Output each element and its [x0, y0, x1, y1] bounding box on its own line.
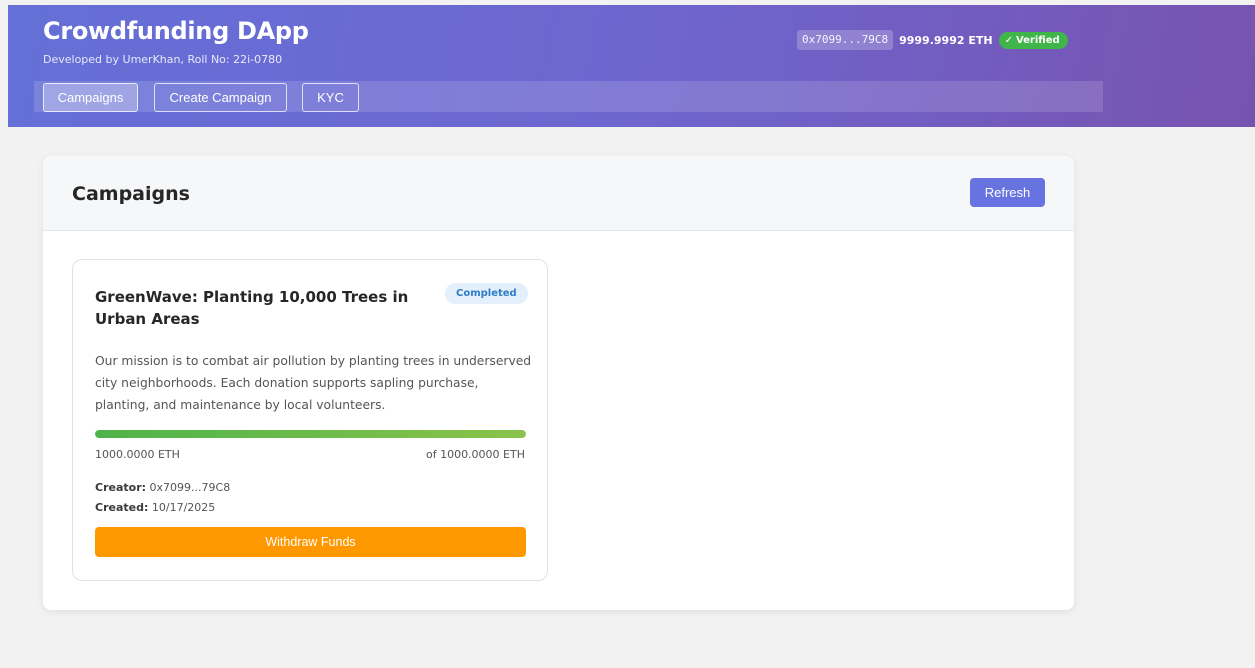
campaign-description: Our mission is to combat air pollution b…: [95, 354, 532, 412]
campaign-title: GreenWave: Planting 10,000 Trees in Urba…: [95, 288, 409, 328]
created-info: Created: 10/17/2025: [95, 501, 215, 514]
raised-amount: 1000.0000 ETH: [95, 448, 180, 461]
goal-amount: of 1000.0000 ETH: [425, 448, 525, 461]
campaigns-panel: Campaigns Refresh GreenWave: Planting 10…: [43, 156, 1074, 610]
app-header: Crowdfunding DApp Developed by UmerKhan,…: [8, 5, 1255, 127]
created-value: 10/17/2025: [148, 501, 216, 514]
campaign-card: GreenWave: Planting 10,000 Trees in Urba…: [72, 259, 548, 581]
creator-label: Creator:: [95, 481, 147, 494]
progress-fill: [95, 430, 526, 438]
wallet-balance: 9999.9992 ETH: [899, 33, 993, 47]
verified-badge: ✓ Verified: [998, 31, 1068, 49]
app-title: Crowdfunding DApp: [43, 17, 309, 45]
progress-bar: [95, 430, 526, 438]
nav-bar: Campaigns Create Campaign KYC: [34, 81, 1103, 112]
verified-label: Verified: [1015, 34, 1060, 46]
withdraw-funds-button[interactable]: Withdraw Funds: [95, 527, 526, 557]
app-subtitle: Developed by UmerKhan, Roll No: 22i-0780: [43, 53, 283, 66]
status-badge: Completed: [445, 283, 528, 304]
refresh-button[interactable]: Refresh: [970, 178, 1045, 207]
tab-campaigns[interactable]: Campaigns: [43, 83, 138, 112]
panel-title: Campaigns: [72, 183, 190, 205]
created-label: Created:: [95, 501, 149, 514]
tab-kyc[interactable]: KYC: [302, 83, 359, 112]
panel-header: Campaigns Refresh: [43, 156, 1074, 231]
wallet-address[interactable]: 0x7099...79C8: [797, 30, 894, 50]
creator-value: 0x7099...79C8: [146, 481, 231, 494]
wallet-info: 0x7099...79C8 9999.9992 ETH ✓ Verified: [797, 29, 1068, 51]
check-icon: ✓: [1004, 34, 1013, 46]
creator-info: Creator: 0x7099...79C8: [95, 481, 230, 494]
tab-create-campaign[interactable]: Create Campaign: [154, 83, 287, 112]
